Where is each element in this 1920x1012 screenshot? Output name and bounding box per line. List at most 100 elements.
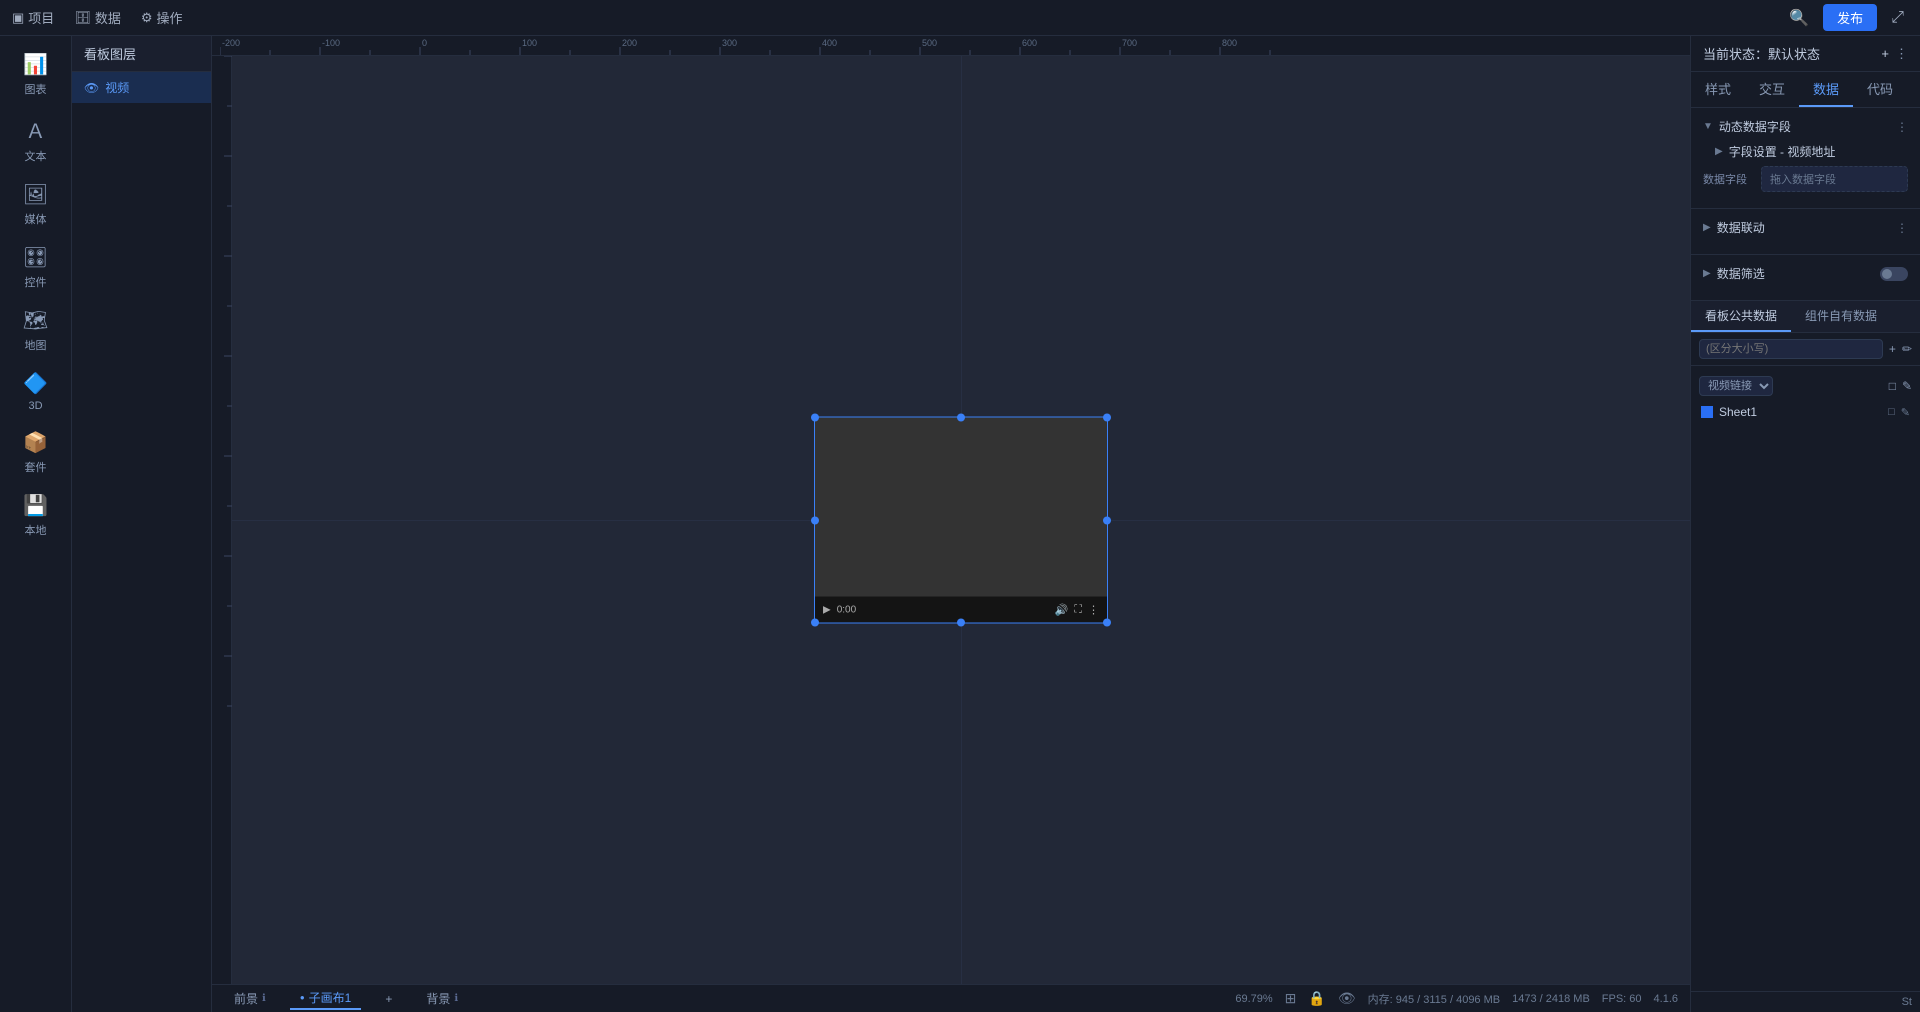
resolution-info: 1473 / 2418 MB: [1512, 993, 1590, 1005]
resize-handle-br[interactable]: [1103, 619, 1111, 627]
sidebar-item-media[interactable]: 🖼 媒体: [6, 174, 66, 235]
add-data-icon[interactable]: +: [1889, 342, 1896, 356]
drag-zone[interactable]: 拖入数据字段: [1761, 166, 1908, 192]
ruler-svg: -200 -100 0 100 200 300 400 500 600 700 …: [220, 36, 1682, 55]
svg-text:200: 200: [622, 38, 637, 48]
svg-text:600: 600: [1022, 38, 1037, 48]
layer-panel-header: 看板图层: [72, 36, 211, 72]
ruler-left: -100 0 100 200 300: [212, 56, 232, 984]
suite-icon: 📦: [23, 430, 48, 455]
fullscreen-icon[interactable]: ⛶: [1074, 603, 1082, 616]
data-filter-section: ▶ 数据筛选: [1691, 255, 1920, 301]
linkage-options-icon[interactable]: ⋮: [1896, 221, 1908, 235]
bottom-bar: 前景 ℹ ● 子画布1 + 背景 ℹ 69.79% ⊞ 🔒 👁 内存: [212, 984, 1690, 1012]
top-bar: ▣ 项目 🗄 数据 ⚙ 操作 🔍 发布 ⤢: [0, 0, 1920, 36]
resize-handle-ml[interactable]: [811, 516, 819, 524]
expand-icon[interactable]: ⤢: [1887, 7, 1908, 29]
sheet1-checkbox[interactable]: [1701, 406, 1713, 418]
sidebar-item-3d[interactable]: 🔷 3D: [6, 363, 66, 420]
chevron-right-icon-linkage: ▶: [1703, 222, 1711, 233]
more-options-icon[interactable]: ⋮: [1896, 120, 1908, 134]
lock-icon[interactable]: 🔒: [1308, 990, 1325, 1007]
tab-interaction[interactable]: 交互: [1745, 72, 1799, 107]
version-info: 4.1.6: [1654, 993, 1678, 1005]
sheet1-edit-icon: ✎: [1901, 406, 1910, 419]
tab-style[interactable]: 样式: [1691, 72, 1745, 107]
tab-subcanvas[interactable]: ● 子画布1: [290, 987, 362, 1010]
project-menu[interactable]: ▣ 项目: [12, 8, 54, 27]
video-play-button[interactable]: ▶: [823, 604, 831, 615]
operations-menu[interactable]: ⚙ 操作: [141, 8, 183, 27]
grid-icon[interactable]: ⊞: [1285, 990, 1297, 1007]
chevron-right-icon: ▶: [1715, 146, 1723, 157]
data-bottom-right: St: [1691, 991, 1920, 1012]
linkage-header: ▶ 数据联动 ⋮: [1703, 219, 1908, 236]
tab-public-data[interactable]: 看板公共数据: [1691, 301, 1791, 332]
more-icon[interactable]: ⋮: [1088, 603, 1099, 616]
more-state-icon[interactable]: ⋮: [1895, 46, 1908, 62]
foreground-info-icon: ℹ: [262, 993, 266, 1004]
tab-background[interactable]: 背景 ℹ: [416, 988, 468, 1009]
volume-icon[interactable]: 🔊: [1055, 603, 1069, 616]
state-bar: 当前状态：默认状态 + ⋮: [1691, 36, 1920, 72]
resize-handle-tm[interactable]: [957, 414, 965, 422]
ruler-top: -200 -100 0 100 200 300 400 500 600 700 …: [212, 36, 1690, 56]
fps-info: FPS: 60: [1602, 993, 1642, 1005]
sidebar-item-control[interactable]: 🎛 控件: [6, 237, 66, 298]
top-bar-right: 🔍 发布 ⤢: [1785, 4, 1908, 31]
add-state-button[interactable]: +: [1881, 46, 1889, 62]
sidebar-item-suite[interactable]: 📦 套件: [6, 422, 66, 483]
tab-data[interactable]: 数据: [1799, 72, 1853, 107]
video-ctrl-icons: 🔊 ⛶ ⋮: [1055, 603, 1099, 616]
control-icon: 🎛: [23, 245, 48, 270]
canvas-viewport[interactable]: ▶ 0:00 🔊 ⛶ ⋮: [232, 56, 1690, 984]
left-sidebar: 📊 图表 Ａ 文本 🖼 媒体 🎛 控件 🗺 地图 🔷 3D 📦 套件 💾: [0, 36, 72, 1012]
memory-info: 内存: 945 / 3115 / 4096 MB: [1368, 991, 1500, 1007]
svg-text:500: 500: [922, 38, 937, 48]
sidebar-item-local[interactable]: 💾 本地: [6, 485, 66, 546]
publish-button[interactable]: 发布: [1823, 4, 1877, 31]
resize-handle-bl[interactable]: [811, 619, 819, 627]
tab-code[interactable]: 代码: [1853, 72, 1907, 107]
background-info-icon: ℹ: [454, 993, 458, 1004]
tab-add[interactable]: +: [375, 990, 402, 1008]
data-bottom: 看板公共数据 组件自有数据 + ✏ 视频链接 □ ✎: [1691, 301, 1920, 1012]
search-icon[interactable]: 🔍: [1785, 6, 1813, 30]
data-list: 视频链接 □ ✎ Sheet1 □ ✎: [1691, 366, 1920, 991]
tab-foreground[interactable]: 前景 ℹ: [224, 988, 276, 1009]
video-widget[interactable]: ▶ 0:00 🔊 ⛶ ⋮: [814, 417, 1108, 624]
resize-handle-tr[interactable]: [1103, 414, 1111, 422]
data-linkage-section: ▶ 数据联动 ⋮: [1691, 209, 1920, 255]
media-icon: 🖼: [23, 182, 48, 207]
sidebar-item-chart[interactable]: 📊 图表: [6, 44, 66, 105]
data-type-selector[interactable]: 视频链接: [1699, 376, 1773, 396]
resize-handle-bm[interactable]: [957, 619, 965, 627]
edit-column-icon[interactable]: ✎: [1902, 379, 1912, 393]
canvas-with-ruler: -100 0 100 200 300 ▶: [212, 56, 1690, 984]
local-icon: 💾: [23, 493, 48, 518]
layer-panel: 看板图层 👁 视频: [72, 36, 212, 1012]
chevron-down-icon: ▼: [1703, 121, 1713, 132]
sheet1-icon: □: [1888, 406, 1895, 418]
layer-item-video[interactable]: 👁 视频: [72, 72, 211, 103]
resize-handle-tl[interactable]: [811, 414, 819, 422]
sidebar-item-text[interactable]: Ａ 文本: [6, 107, 66, 172]
resize-handle-mr[interactable]: [1103, 516, 1111, 524]
data-search-row: + ✏: [1691, 333, 1920, 366]
view-icon[interactable]: 👁: [1338, 990, 1356, 1007]
text-icon: Ａ: [26, 115, 46, 144]
tab-component-data[interactable]: 组件自有数据: [1791, 301, 1891, 332]
list-item-sheet1[interactable]: Sheet1 □ ✎: [1691, 400, 1920, 424]
edit-data-icon[interactable]: ✏: [1902, 342, 1912, 356]
subcanvas-dot: ●: [300, 993, 305, 1002]
bottom-bar-right: 69.79% ⊞ 🔒 👁 内存: 945 / 3115 / 4096 MB 14…: [1235, 990, 1678, 1007]
data-menu[interactable]: 🗄 数据: [74, 8, 121, 27]
checkbox-all-icon[interactable]: □: [1889, 379, 1896, 393]
right-panel: 当前状态：默认状态 + ⋮ 样式 交互 数据 代码 ▼ 动态数据字段 ⋮ ▶: [1690, 36, 1920, 1012]
canvas-area: -200 -100 0 100 200 300 400 500 600 700 …: [212, 36, 1690, 1012]
sidebar-item-map[interactable]: 🗺 地图: [6, 300, 66, 361]
svg-text:400: 400: [822, 38, 837, 48]
filter-toggle[interactable]: [1880, 267, 1908, 281]
data-search-input[interactable]: [1699, 339, 1883, 359]
project-icon: ▣: [12, 10, 24, 26]
